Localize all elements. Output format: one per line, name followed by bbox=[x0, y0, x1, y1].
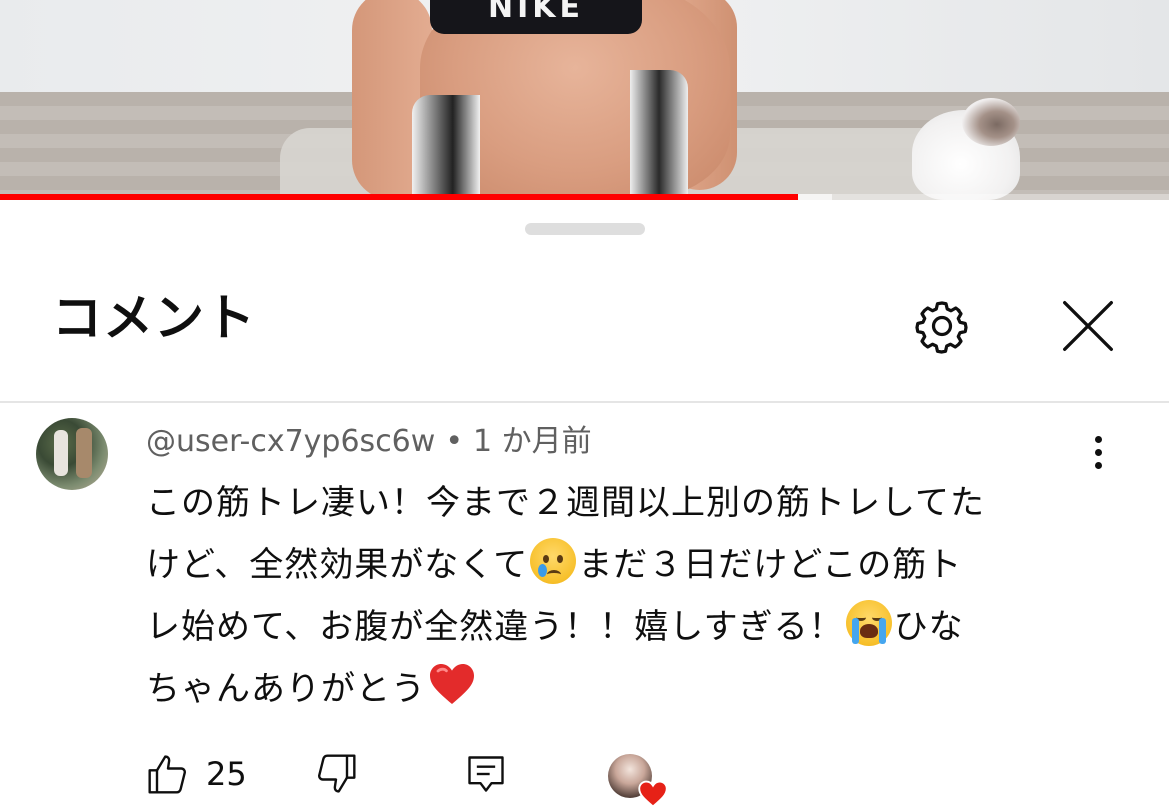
comment-meta: @user-cx7yp6sc6w • 1 か月前 bbox=[146, 420, 592, 464]
comments-sheet: コメント @user-cx7yp6sc6w • 1 か月前 この筋トレ凄い！今まで２… bbox=[0, 200, 1169, 808]
shorts-left bbox=[412, 95, 480, 200]
comment-line: この筋トレ凄い！今まで２週間以上別の筋トレしてた bbox=[146, 483, 985, 523]
gear-icon bbox=[915, 301, 968, 354]
creator-heart-icon bbox=[638, 780, 668, 808]
settings-button[interactable] bbox=[906, 290, 978, 362]
loudly-crying-face-icon bbox=[845, 600, 892, 646]
avatar-figure bbox=[76, 428, 92, 478]
dislike-button[interactable] bbox=[314, 752, 358, 796]
comment-actions: 25 bbox=[146, 752, 706, 808]
shorts-right bbox=[630, 70, 688, 200]
comment-line-part: けど、全然効果がなくて bbox=[146, 545, 529, 585]
creator-heart-badge bbox=[608, 754, 672, 810]
meta-separator: • bbox=[445, 424, 464, 459]
comment-text: この筋トレ凄い！今まで２週間以上別の筋トレしてた けど、全然効果がなくて まだ３日… bbox=[146, 472, 1096, 720]
commenter-avatar[interactable] bbox=[36, 418, 108, 490]
crying-face-icon bbox=[530, 538, 577, 584]
comment-line-part: まだ３日だけどこの筋ト bbox=[578, 545, 963, 585]
reply-icon bbox=[468, 756, 504, 792]
cat-head bbox=[962, 98, 1020, 146]
comment-time: 1 か月前 bbox=[473, 424, 592, 459]
comment-line-part: ひな bbox=[893, 607, 964, 647]
comment-line-part: レ始めて、お腹が全然違う！！嬉しすぎる！ bbox=[146, 607, 844, 647]
comment-line: けど、全然効果がなくて まだ３日だけどこの筋ト bbox=[146, 534, 1096, 596]
thumbs-up-icon bbox=[148, 755, 186, 794]
close-icon bbox=[1063, 301, 1113, 351]
comment-author[interactable]: @user-cx7yp6sc6w bbox=[146, 424, 435, 459]
avatar-figure bbox=[54, 430, 68, 476]
kebab-dot bbox=[1094, 461, 1102, 469]
like-count: 25 bbox=[206, 755, 247, 793]
kebab-dot bbox=[1094, 448, 1102, 456]
comment-line-part: ちゃんありがとう bbox=[146, 669, 426, 709]
sports-top-logo: NIKE bbox=[487, 0, 584, 25]
sports-top: NIKE bbox=[430, 0, 642, 34]
header-divider bbox=[0, 401, 1169, 403]
close-button[interactable] bbox=[1052, 290, 1124, 362]
more-options-button[interactable] bbox=[1076, 430, 1120, 474]
video-player[interactable]: NIKE bbox=[0, 0, 1169, 200]
sheet-title: コメント bbox=[52, 289, 256, 347]
like-button[interactable]: 25 bbox=[146, 752, 247, 796]
thumbs-down-icon bbox=[318, 754, 356, 793]
comment-line: レ始めて、お腹が全然違う！！嬉しすぎる！ ひな bbox=[146, 596, 1096, 658]
comment-line: ちゃんありがとう bbox=[146, 658, 1096, 720]
red-heart-icon bbox=[428, 662, 476, 706]
kebab-dot bbox=[1094, 435, 1102, 443]
reply-button[interactable] bbox=[464, 752, 508, 796]
drag-handle[interactable] bbox=[525, 223, 645, 235]
